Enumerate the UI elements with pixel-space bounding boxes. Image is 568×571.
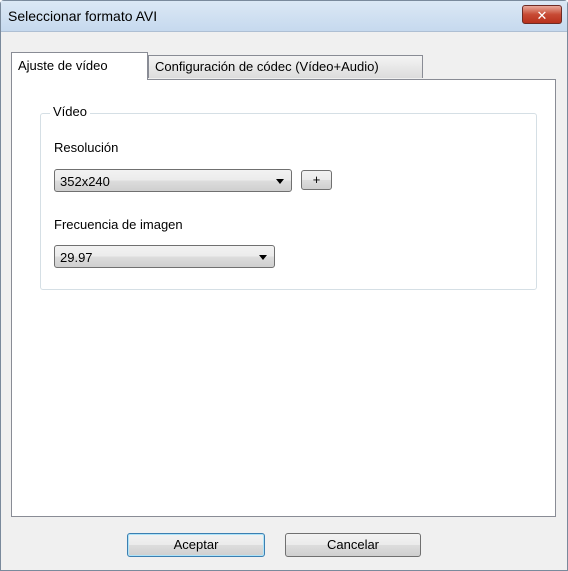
tab-video-settings[interactable]: Ajuste de vídeo — [11, 52, 148, 80]
resolution-label: Resolución — [54, 140, 119, 155]
cancel-button[interactable]: Cancelar — [285, 533, 421, 557]
tab-label: Ajuste de vídeo — [18, 58, 108, 73]
ok-button-label: Aceptar — [173, 537, 219, 552]
resolution-value: 352x240 — [60, 174, 110, 189]
ok-button[interactable]: Aceptar — [127, 533, 265, 557]
frame-rate-select[interactable]: 29.97 — [54, 245, 275, 268]
frame-rate-value: 29.97 — [60, 250, 93, 265]
cancel-button-label: Cancelar — [326, 537, 380, 552]
tab-panel-video-settings: Vídeo Resolución 352x240 + Frecuencia de… — [11, 79, 556, 517]
chevron-down-icon — [259, 255, 267, 260]
resolution-select[interactable]: 352x240 — [54, 169, 292, 192]
plus-icon: + — [312, 172, 321, 187]
video-group-legend: Vídeo — [50, 104, 90, 119]
title-bar: Seleccionar formato AVI ✕ — [1, 1, 567, 32]
video-group-box: Vídeo Resolución 352x240 + Frecuencia de… — [40, 104, 537, 290]
chevron-down-icon — [276, 179, 284, 184]
tab-label: Configuración de códec (Vídeo+Audio) — [155, 59, 379, 74]
avi-format-dialog: Seleccionar formato AVI ✕ Ajuste de víde… — [0, 0, 568, 571]
window-title: Seleccionar formato AVI — [8, 8, 158, 24]
add-resolution-button[interactable]: + — [301, 170, 332, 190]
frame-rate-label: Frecuencia de imagen — [54, 217, 183, 232]
tab-codec-settings[interactable]: Configuración de códec (Vídeo+Audio) — [148, 55, 423, 78]
close-button[interactable]: ✕ — [522, 5, 562, 24]
close-icon: ✕ — [536, 8, 548, 23]
